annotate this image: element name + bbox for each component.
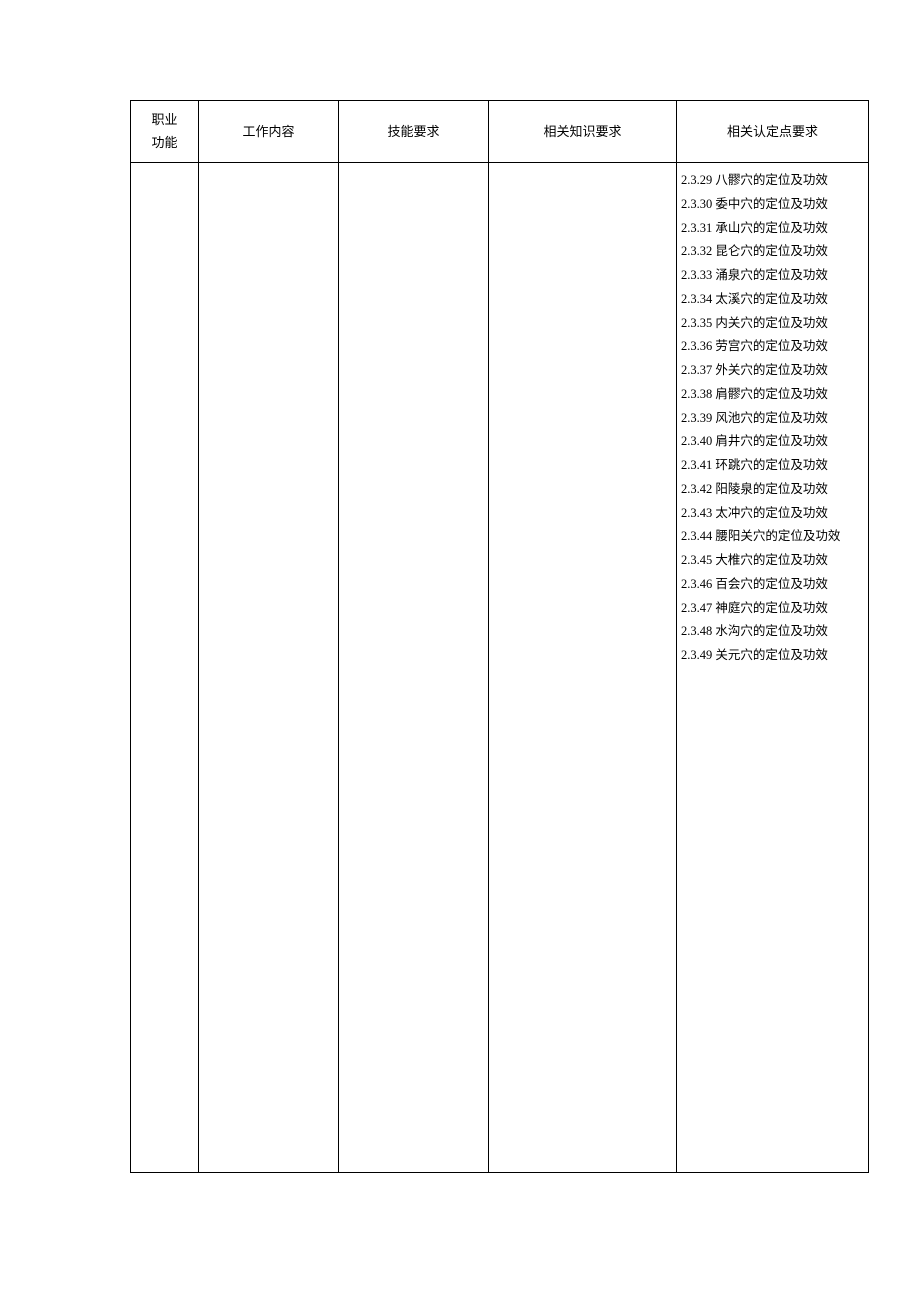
header-work-content: 工作内容 xyxy=(199,101,339,163)
requirement-item: 2.3.29 八髎穴的定位及功效 xyxy=(681,169,864,193)
document-page: 职业 功能 工作内容 技能要求 相关知识要求 相关认定点要求 2.3.29 八髎… xyxy=(0,0,920,1301)
header-skill-requirements: 技能要求 xyxy=(339,101,489,163)
cell-assessment-requirements: 2.3.29 八髎穴的定位及功效2.3.30 委中穴的定位及功效2.3.31 承… xyxy=(677,163,869,1173)
cell-skill-requirements xyxy=(339,163,489,1173)
requirement-item: 2.3.38 肩髎穴的定位及功效 xyxy=(681,383,864,407)
header-knowledge-requirements: 相关知识要求 xyxy=(489,101,677,163)
cell-occupation-function xyxy=(131,163,199,1173)
requirement-item: 2.3.44 腰阳关穴的定位及功效 xyxy=(681,525,864,549)
requirement-item: 2.3.37 外关穴的定位及功效 xyxy=(681,359,864,383)
requirements-table: 职业 功能 工作内容 技能要求 相关知识要求 相关认定点要求 2.3.29 八髎… xyxy=(130,100,869,1173)
requirement-item: 2.3.48 水沟穴的定位及功效 xyxy=(681,620,864,644)
requirement-item: 2.3.35 内关穴的定位及功效 xyxy=(681,312,864,336)
table-body-row: 2.3.29 八髎穴的定位及功效2.3.30 委中穴的定位及功效2.3.31 承… xyxy=(131,163,869,1173)
requirements-list: 2.3.29 八髎穴的定位及功效2.3.30 委中穴的定位及功效2.3.31 承… xyxy=(677,163,868,668)
requirement-item: 2.3.30 委中穴的定位及功效 xyxy=(681,193,864,217)
header-text: 功能 xyxy=(151,135,177,150)
requirement-item: 2.3.49 关元穴的定位及功效 xyxy=(681,644,864,668)
requirement-item: 2.3.33 涌泉穴的定位及功效 xyxy=(681,264,864,288)
header-text: 职业 xyxy=(151,112,177,127)
cell-knowledge-requirements xyxy=(489,163,677,1173)
cell-work-content xyxy=(199,163,339,1173)
requirement-item: 2.3.39 风池穴的定位及功效 xyxy=(681,407,864,431)
requirement-item: 2.3.42 阳陵泉的定位及功效 xyxy=(681,478,864,502)
requirement-item: 2.3.45 大椎穴的定位及功效 xyxy=(681,549,864,573)
requirement-item: 2.3.31 承山穴的定位及功效 xyxy=(681,217,864,241)
requirement-item: 2.3.46 百会穴的定位及功效 xyxy=(681,573,864,597)
header-assessment-requirements: 相关认定点要求 xyxy=(677,101,869,163)
table-header-row: 职业 功能 工作内容 技能要求 相关知识要求 相关认定点要求 xyxy=(131,101,869,163)
requirement-item: 2.3.34 太溪穴的定位及功效 xyxy=(681,288,864,312)
requirement-item: 2.3.32 昆仑穴的定位及功效 xyxy=(681,240,864,264)
requirement-item: 2.3.41 环跳穴的定位及功效 xyxy=(681,454,864,478)
requirement-item: 2.3.40 肩井穴的定位及功效 xyxy=(681,430,864,454)
requirement-item: 2.3.43 太冲穴的定位及功效 xyxy=(681,502,864,526)
requirement-item: 2.3.47 神庭穴的定位及功效 xyxy=(681,597,864,621)
header-occupation-function: 职业 功能 xyxy=(131,101,199,163)
requirement-item: 2.3.36 劳宫穴的定位及功效 xyxy=(681,335,864,359)
